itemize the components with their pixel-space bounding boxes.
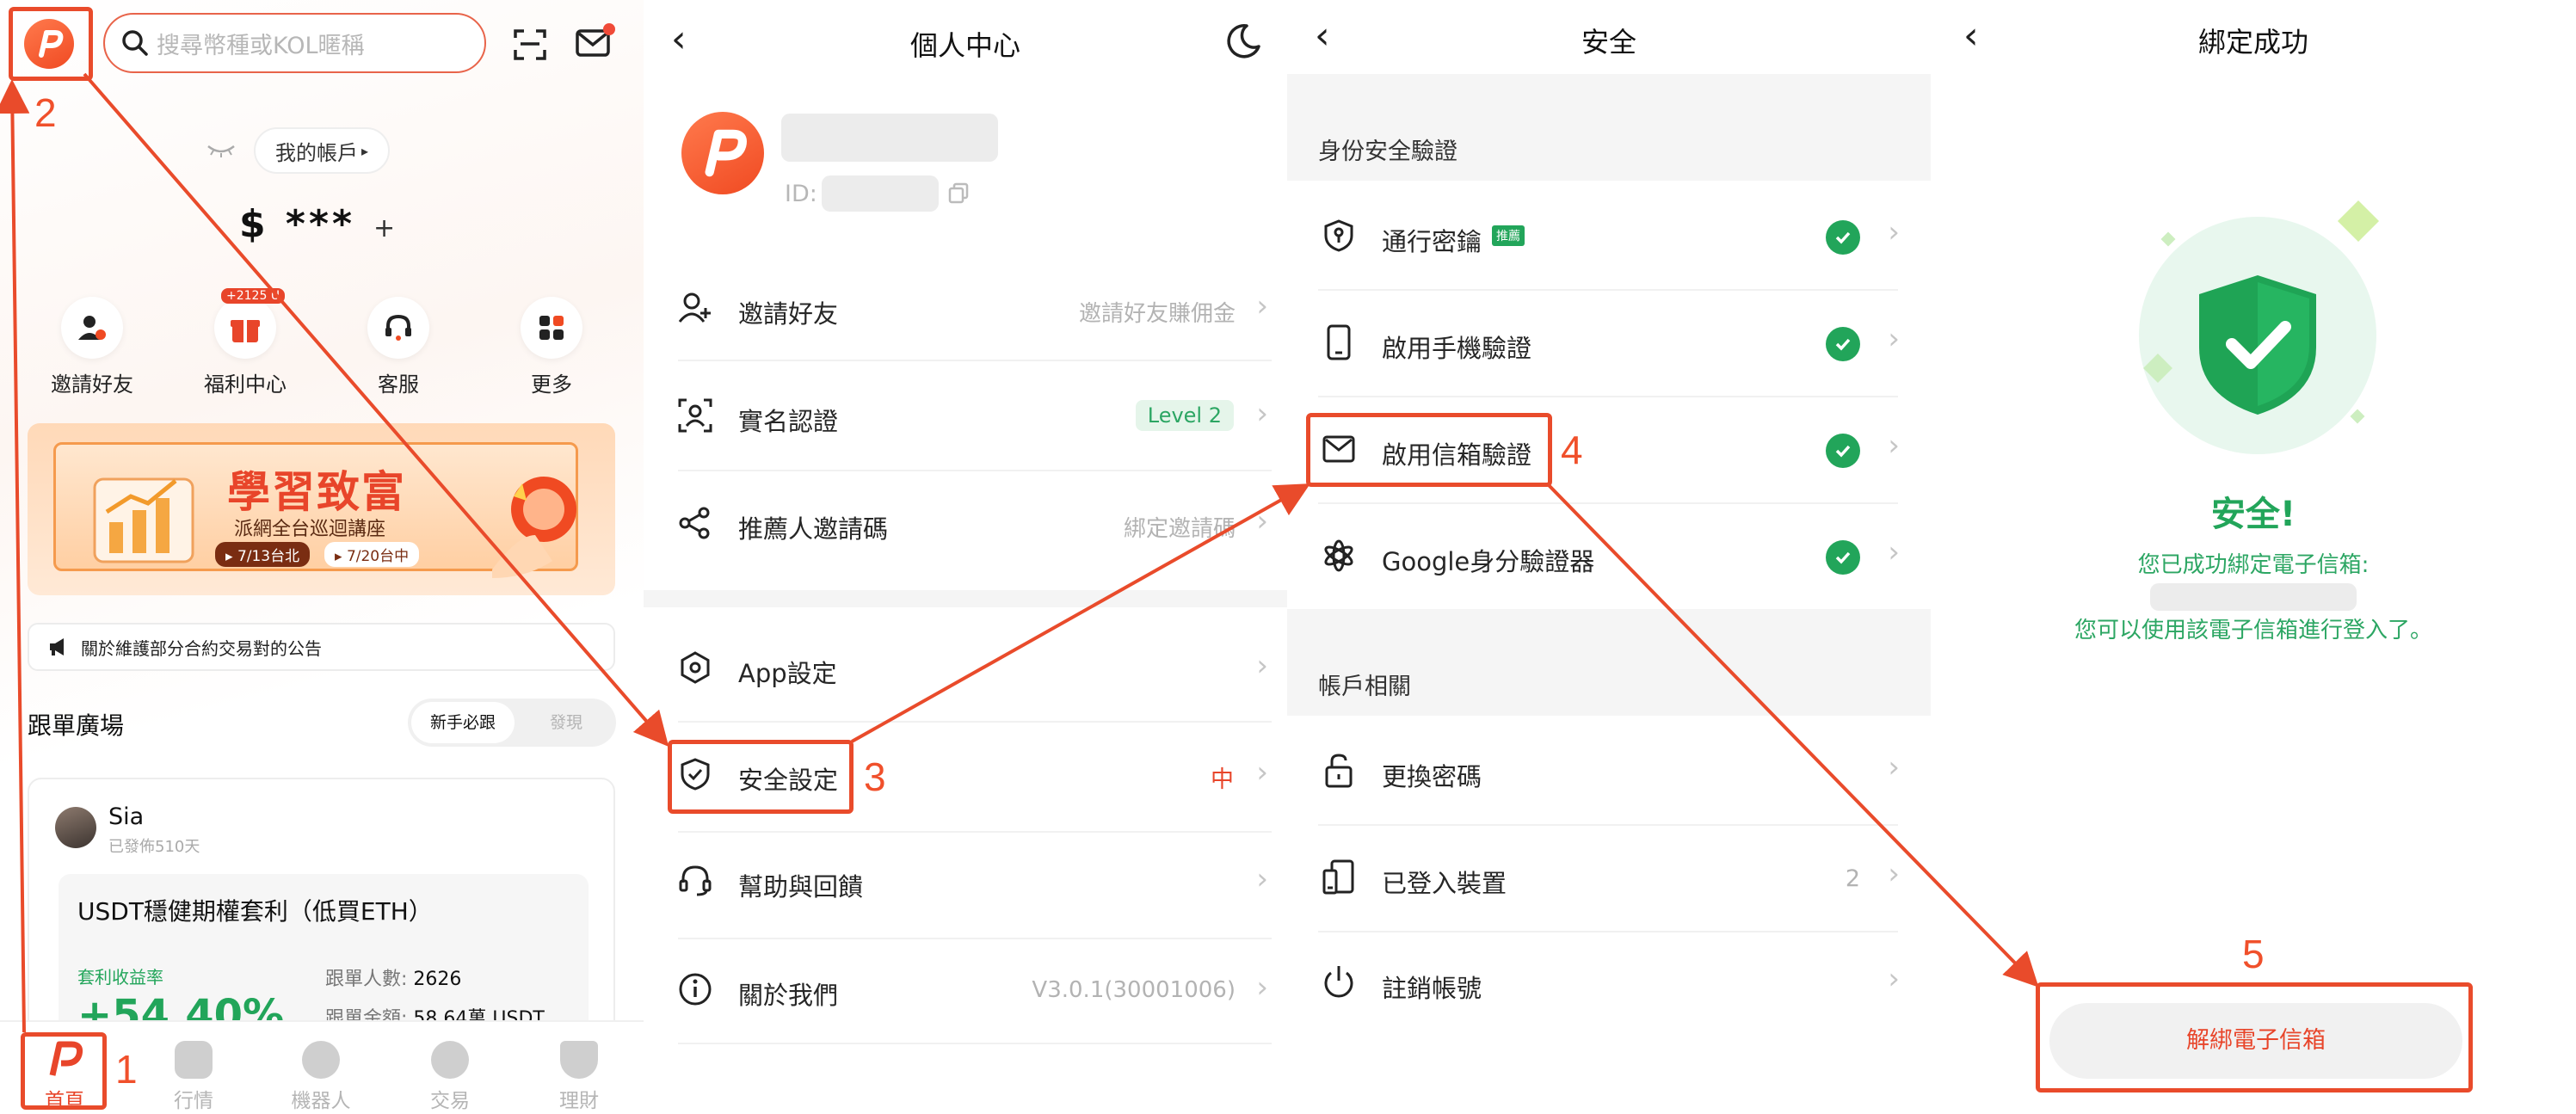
- highlight-email-verify: [1306, 413, 1552, 487]
- highlight-nav-home: [21, 1032, 107, 1110]
- step-1: 1: [115, 1047, 138, 1092]
- highlight-security-settings: [668, 740, 854, 814]
- step-3: 3: [864, 754, 886, 799]
- highlight-unbind-button: [2036, 982, 2473, 1092]
- step-2: 2: [34, 90, 57, 135]
- highlight-logo: [9, 7, 93, 81]
- step-4: 4: [1561, 428, 1583, 472]
- annotation-arrows: [0, 72, 2039, 1033]
- step-5: 5: [2242, 932, 2265, 976]
